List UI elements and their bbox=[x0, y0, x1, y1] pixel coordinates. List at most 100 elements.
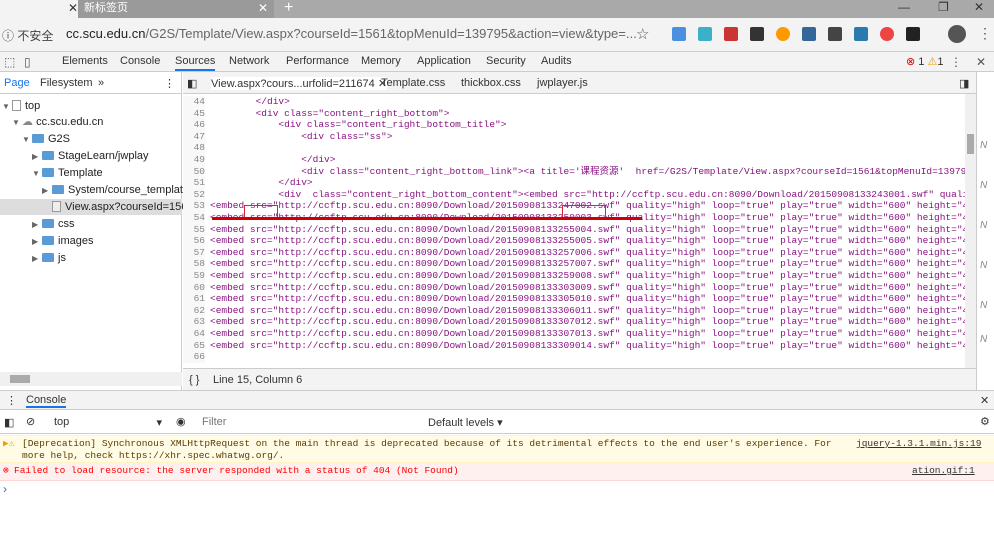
line-number[interactable]: 49 bbox=[183, 154, 205, 166]
tree-item[interactable]: ▼ ☁ cc.scu.edu.cn bbox=[12, 114, 103, 130]
devtools-tab-performance[interactable]: Performance bbox=[286, 55, 349, 67]
line-number[interactable]: 55 bbox=[183, 223, 205, 236]
close-tab-icon[interactable]: ✕ bbox=[68, 0, 78, 16]
tree-item[interactable]: ▶ css bbox=[32, 216, 75, 232]
line-number[interactable]: 59 bbox=[183, 270, 205, 282]
line-number[interactable]: 64 bbox=[183, 328, 205, 340]
close-window-icon[interactable]: ✕ bbox=[974, 0, 984, 14]
line-number[interactable]: 58 bbox=[183, 258, 205, 270]
line-number[interactable]: 60 bbox=[183, 281, 205, 294]
line-number[interactable]: 57 bbox=[183, 246, 205, 259]
line-number[interactable]: 62 bbox=[183, 304, 205, 317]
line-number[interactable]: 48 bbox=[183, 142, 205, 154]
inspect-element-icon[interactable]: ⬚ bbox=[4, 55, 15, 69]
scrollbar-thumb[interactable] bbox=[967, 134, 974, 154]
devtools-tab-memory[interactable]: Memory bbox=[361, 55, 401, 67]
line-number[interactable]: 53 bbox=[183, 200, 205, 212]
navigator-more-tabs[interactable]: » bbox=[98, 77, 104, 89]
devtools-tab-application[interactable]: Application bbox=[417, 55, 471, 67]
drawer-menu-icon[interactable]: ⋮ bbox=[6, 394, 17, 407]
url-field[interactable]: cc.scu.edu.cn/G2S/Template/View.aspx?cou… bbox=[66, 26, 637, 41]
navigator-scrollbar[interactable] bbox=[0, 372, 182, 386]
tree-item-selected[interactable]: View.aspx?courseId=1561& bbox=[0, 199, 201, 215]
extension-infinity-icon[interactable] bbox=[880, 27, 894, 41]
devtools-tab-sources[interactable]: Sources bbox=[175, 55, 216, 71]
browser-menu-icon[interactable]: ⋮ bbox=[978, 25, 992, 42]
line-number[interactable]: 52 bbox=[183, 188, 205, 201]
clear-console-icon[interactable]: ⊘ bbox=[26, 415, 35, 428]
extension-image-icon[interactable] bbox=[750, 27, 764, 41]
tree-item[interactable]: ▼ Template bbox=[32, 165, 103, 181]
line-number[interactable]: 63 bbox=[183, 316, 205, 328]
log-levels-dropdown[interactable]: Default levels ▾ bbox=[428, 416, 503, 429]
warning-source-link[interactable]: jquery-1.3.1.min.js:19 bbox=[856, 438, 981, 450]
line-number[interactable]: 65 bbox=[183, 339, 205, 352]
devtools-tab-security[interactable]: Security bbox=[486, 55, 526, 67]
extension-note-icon[interactable] bbox=[802, 27, 816, 41]
editor-scrollbar[interactable] bbox=[965, 94, 976, 368]
file-tab-view-aspx[interactable]: View.aspx?cours...urfolid=211674 ✕ bbox=[211, 77, 388, 90]
tree-item[interactable]: ▶ images bbox=[32, 233, 93, 249]
line-number[interactable]: 66 bbox=[183, 351, 205, 363]
browser-tab-new[interactable]: 新标签页 ✕ bbox=[78, 0, 274, 18]
browser-tab-active[interactable]: ✕ bbox=[0, 0, 84, 18]
tree-item[interactable]: ▼ top bbox=[2, 98, 40, 114]
device-toolbar-icon[interactable]: ▯ bbox=[24, 55, 31, 69]
line-number[interactable]: 50 bbox=[183, 165, 205, 178]
file-tab-template-css[interactable]: Template.css bbox=[381, 77, 445, 89]
console-settings-gear-icon[interactable]: ⚙ bbox=[980, 415, 990, 428]
line-number[interactable]: 46 bbox=[183, 119, 205, 131]
devtools-close-icon[interactable]: ✕ bbox=[976, 55, 986, 69]
pretty-print-button[interactable]: { } bbox=[189, 374, 199, 386]
new-tab-icon[interactable]: + bbox=[284, 0, 293, 17]
scrollbar-thumb[interactable] bbox=[10, 375, 30, 383]
tree-item[interactable]: ▶ System/course_template_C bbox=[42, 182, 203, 198]
extension-shield-icon[interactable] bbox=[828, 27, 842, 41]
console-prompt[interactable]: › bbox=[3, 482, 7, 496]
line-number[interactable]: 44 bbox=[183, 96, 205, 108]
extension-pdf-icon[interactable] bbox=[724, 27, 738, 41]
line-number[interactable]: 61 bbox=[183, 293, 205, 305]
devtools-menu-icon[interactable]: ⋮ bbox=[950, 55, 962, 69]
eye-icon[interactable]: ◉ bbox=[176, 415, 186, 428]
toggle-debugger-icon[interactable]: ◨ bbox=[959, 77, 969, 90]
extension-screen-icon[interactable] bbox=[854, 27, 868, 41]
devtools-tab-network[interactable]: Network bbox=[229, 55, 269, 67]
file-tab-jwplayer-js[interactable]: jwplayer.js bbox=[537, 77, 588, 89]
extension-qr-icon[interactable] bbox=[906, 27, 920, 41]
extension-download-icon[interactable] bbox=[672, 27, 686, 41]
line-number[interactable]: 45 bbox=[183, 107, 205, 120]
context-selector[interactable]: top ▾ bbox=[54, 416, 162, 429]
devtools-tab-elements[interactable]: Elements bbox=[62, 55, 108, 67]
close-tab-icon[interactable]: ✕ bbox=[258, 0, 268, 16]
code-area[interactable]: 44 </div> 45 <div class="content_right_bo… bbox=[183, 94, 965, 368]
navigator-menu-icon[interactable]: ⋮ bbox=[164, 77, 175, 90]
tree-item[interactable]: ▶ StageLearn/jwplay bbox=[32, 148, 149, 164]
devtools-tab-console[interactable]: Console bbox=[120, 55, 160, 67]
console-sidebar-icon[interactable]: ◧ bbox=[4, 416, 14, 429]
tree-item[interactable]: ▼ G2S bbox=[22, 131, 70, 147]
navigator-tab-filesystem[interactable]: Filesystem bbox=[40, 77, 93, 89]
console-filter-input[interactable] bbox=[202, 414, 412, 430]
error-source-link[interactable]: ation.gif:1 bbox=[912, 465, 975, 477]
line-number[interactable]: 51 bbox=[183, 177, 205, 189]
line-number[interactable]: 56 bbox=[183, 235, 205, 247]
profile-avatar[interactable] bbox=[948, 25, 966, 43]
navigator-tab-page[interactable]: Page bbox=[4, 77, 30, 89]
line-number[interactable]: 54 bbox=[183, 212, 205, 224]
maximize-icon[interactable]: ❐ bbox=[938, 0, 949, 14]
toggle-navigator-icon[interactable]: ◧ bbox=[187, 77, 197, 90]
bookmark-star-icon[interactable]: ☆ bbox=[636, 25, 649, 43]
file-tab-thickbox-css[interactable]: thickbox.css bbox=[461, 77, 521, 89]
tree-item[interactable]: ▶ js bbox=[32, 250, 66, 266]
line-number[interactable]: 47 bbox=[183, 130, 205, 143]
extension-diamond-icon[interactable] bbox=[698, 27, 712, 41]
drawer-tab-console[interactable]: Console bbox=[26, 394, 67, 408]
security-indicator[interactable]: ⓘ 不安全 bbox=[2, 27, 53, 44]
drawer-close-icon[interactable]: ✕ bbox=[980, 394, 989, 407]
devtools-tab-audits[interactable]: Audits bbox=[541, 55, 572, 67]
minimize-icon[interactable]: — bbox=[898, 0, 910, 14]
tab-title: 新标签页 bbox=[84, 2, 128, 14]
error-warning-counter[interactable]: ⊗ 1 ⚠1 bbox=[906, 55, 943, 68]
extension-circle-icon[interactable] bbox=[776, 27, 790, 41]
